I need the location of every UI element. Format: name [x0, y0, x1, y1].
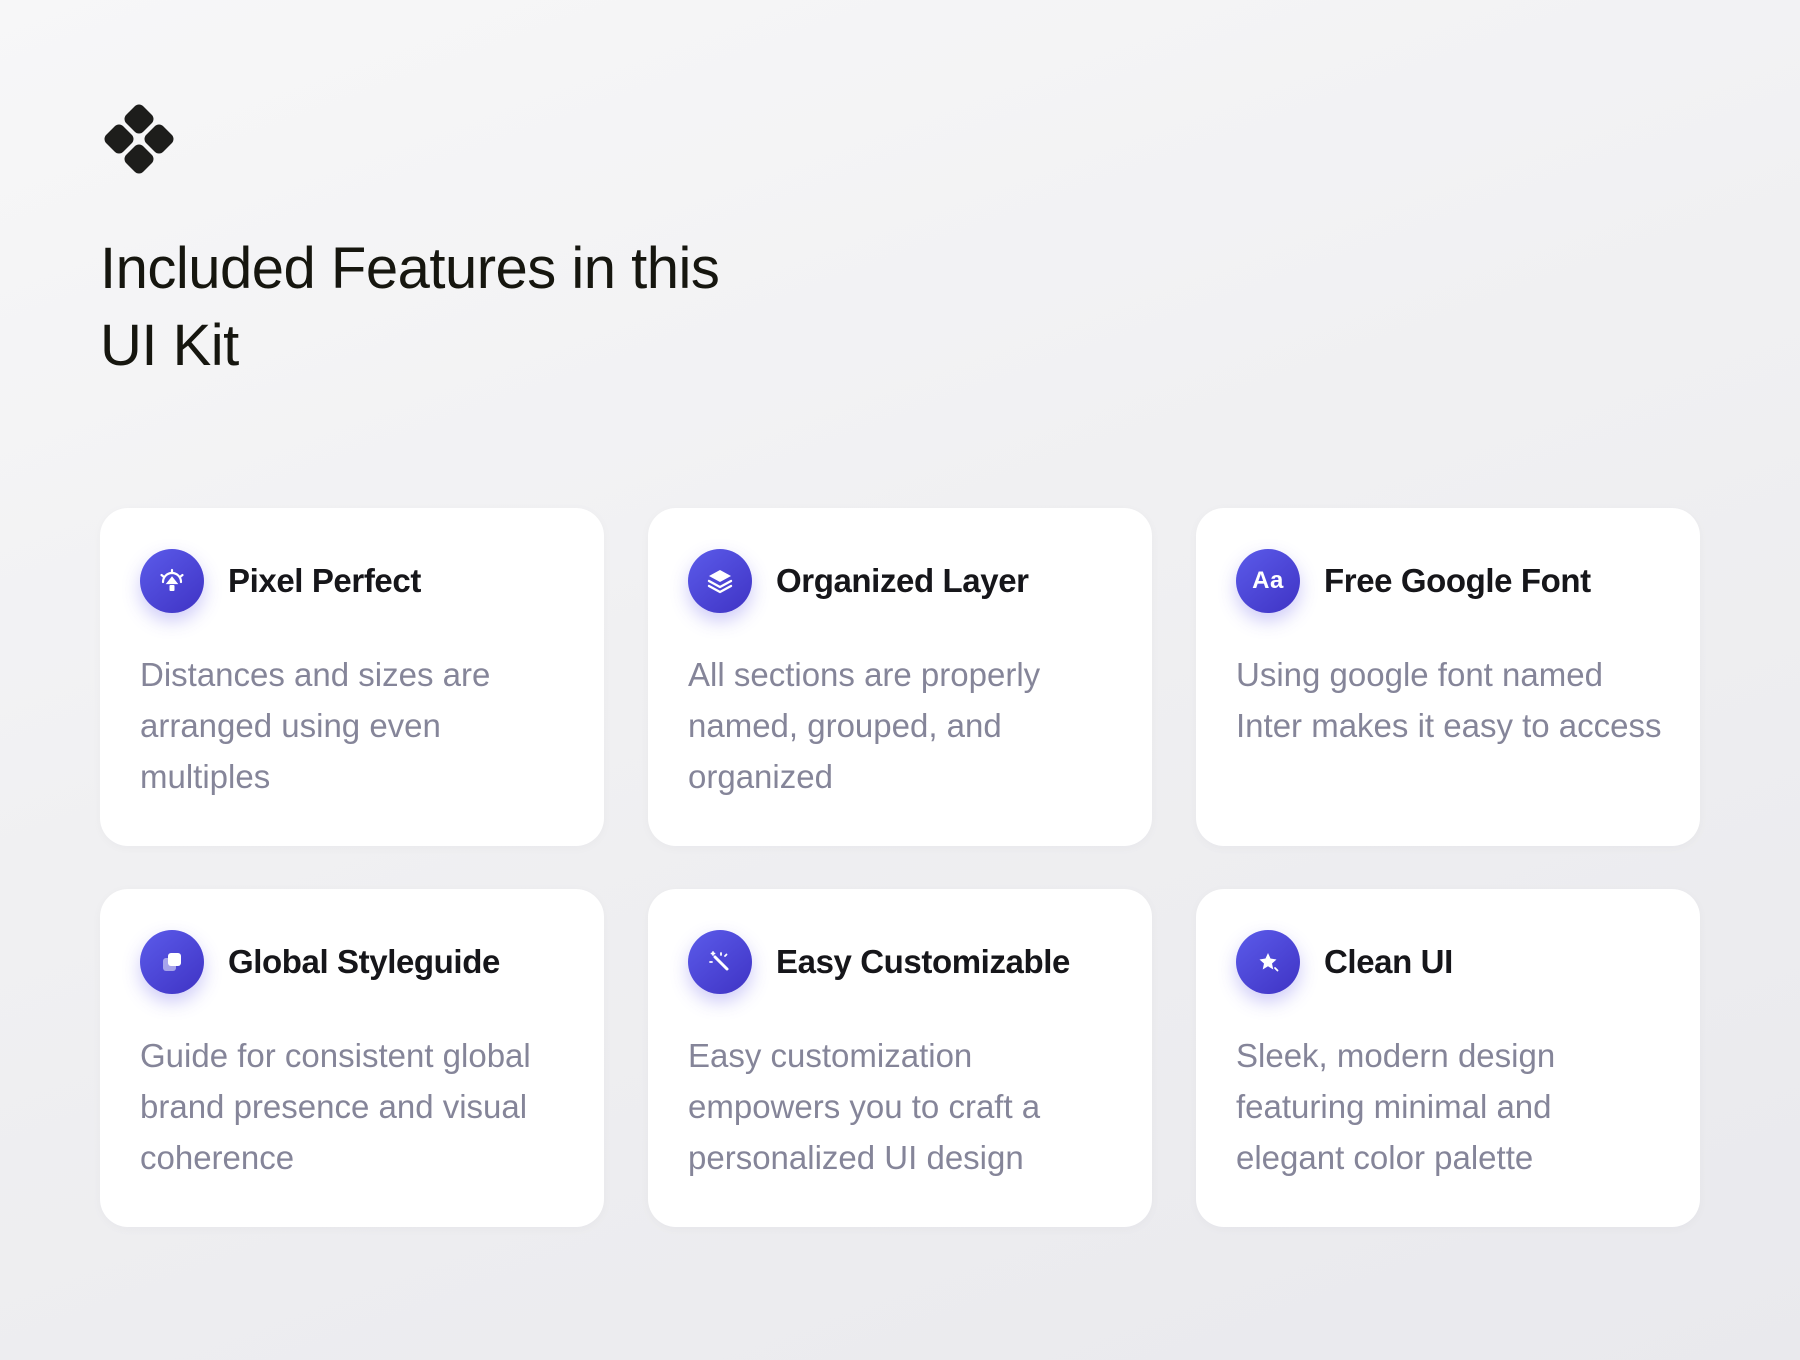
feature-title: Pixel Perfect: [228, 562, 421, 599]
brand-logo: [104, 104, 174, 174]
feature-card-free-google-font: Aa Free Google Font Using google font na…: [1196, 508, 1700, 846]
feature-card-pixel-perfect: Pixel Perfect Distances and sizes are ar…: [100, 508, 604, 846]
layers-icon: [688, 549, 752, 613]
feature-description: Easy customization empowers you to craft…: [688, 1037, 1041, 1176]
sparkle-star-icon: [1236, 930, 1300, 994]
feature-card-organized-layer: Organized Layer All sections are properl…: [648, 508, 1152, 846]
page-title: Included Features in this UI Kit: [100, 236, 720, 378]
font-icon-label: Aa: [1252, 567, 1284, 594]
styleguide-squares-icon: [140, 930, 204, 994]
feature-card-header: Clean UI: [1236, 930, 1660, 994]
feature-description: Guide for consistent global brand presen…: [140, 1037, 531, 1176]
feature-title: Global Styleguide: [228, 943, 500, 980]
font-icon: Aa: [1236, 549, 1300, 613]
feature-title: Free Google Font: [1324, 562, 1591, 599]
feature-description: Using google font named Inter makes it e…: [1236, 656, 1662, 744]
feature-card-easy-customizable: Easy Customizable Easy customization emp…: [648, 889, 1152, 1227]
feature-title: Organized Layer: [776, 562, 1029, 599]
feature-description: All sections are properly named, grouped…: [688, 656, 1041, 795]
feature-card-header: Aa Free Google Font: [1236, 549, 1660, 613]
feature-card-header: Easy Customizable: [688, 930, 1112, 994]
feature-card-global-styleguide: Global Styleguide Guide for consistent g…: [100, 889, 604, 1227]
feature-card-clean-ui: Clean UI Sleek, modern design featuring …: [1196, 889, 1700, 1227]
feature-card-header: Organized Layer: [688, 549, 1112, 613]
features-grid: Pixel Perfect Distances and sizes are ar…: [100, 508, 1700, 1227]
feature-card-header: Pixel Perfect: [140, 549, 564, 613]
feature-card-header: Global Styleguide: [140, 930, 564, 994]
feature-title: Easy Customizable: [776, 943, 1070, 980]
magic-wand-icon: [688, 930, 752, 994]
feature-title: Clean UI: [1324, 943, 1453, 980]
four-diamond-logo-icon: [104, 104, 174, 174]
pixel-target-icon: [140, 549, 204, 613]
feature-description: Sleek, modern design featuring minimal a…: [1236, 1037, 1556, 1176]
feature-description: Distances and sizes are arranged using e…: [140, 656, 491, 795]
